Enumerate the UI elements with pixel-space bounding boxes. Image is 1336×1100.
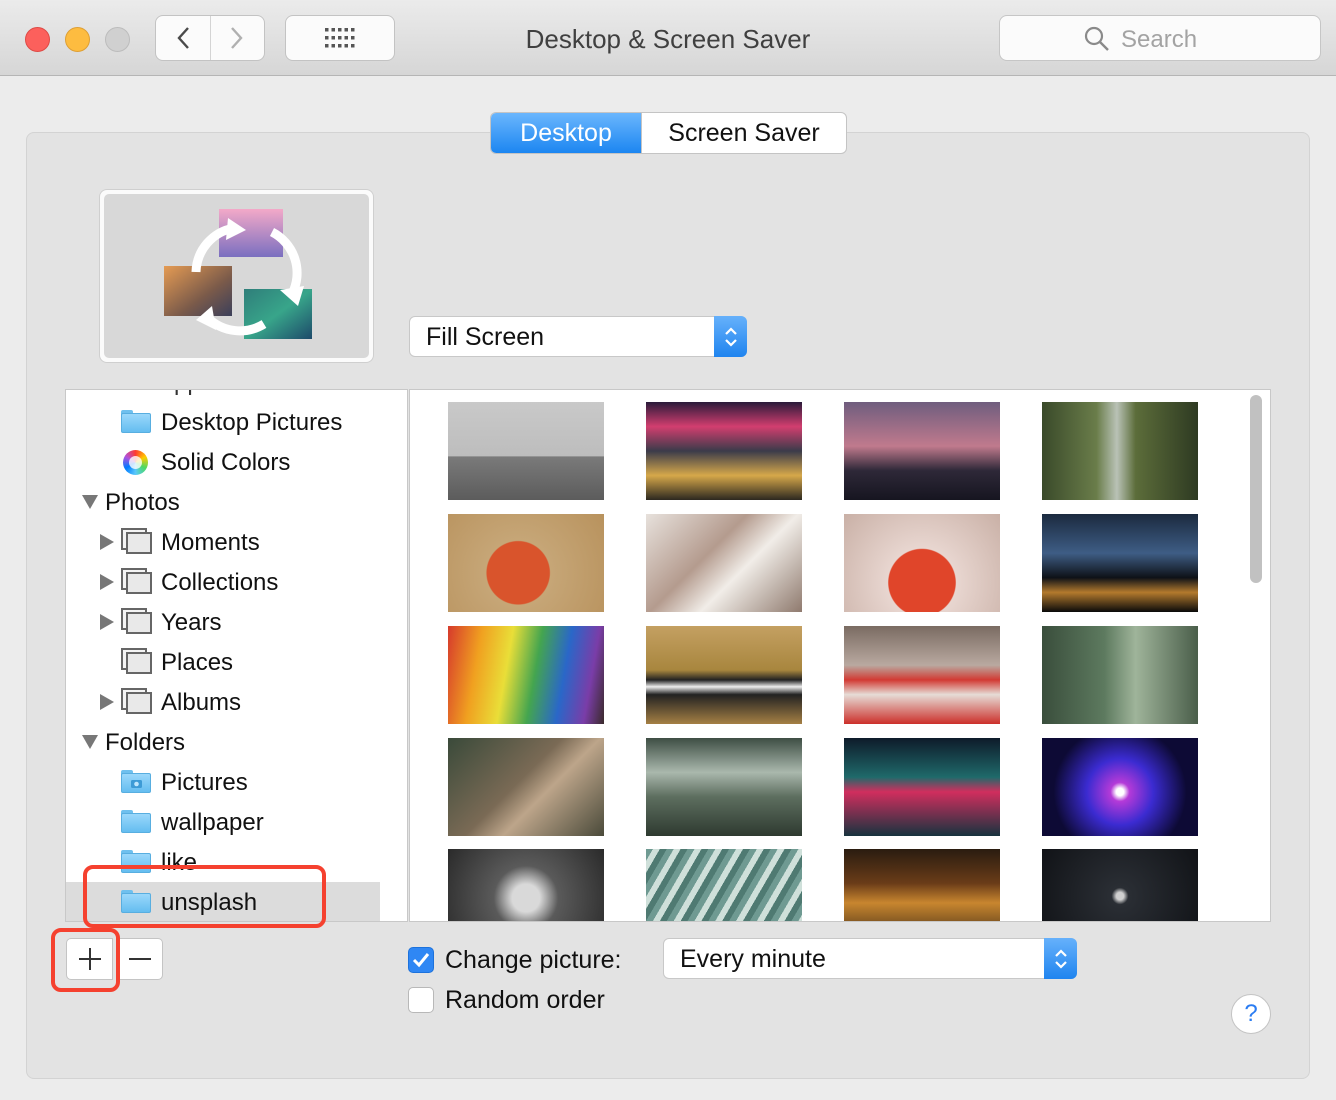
thumbnail-monkey-branch[interactable]: [448, 738, 604, 836]
thumbnail-night-shoreline[interactable]: [1042, 514, 1198, 612]
source-list: Apple Desktop Pictures Solid Colors Phot…: [65, 389, 408, 922]
sidebar-group-photos[interactable]: Photos: [66, 482, 380, 522]
tab-control: Desktop Screen Saver: [490, 112, 847, 154]
checkmark-icon: [412, 953, 430, 968]
sidebar-item-wallpaper[interactable]: wallpaper: [66, 802, 380, 842]
search-icon: [1084, 26, 1109, 51]
close-button[interactable]: [25, 27, 50, 52]
list-item-label: wallpaper: [161, 809, 264, 836]
interval-value: Every minute: [680, 945, 826, 973]
sidebar-item-desktop-pictures[interactable]: Desktop Pictures: [66, 402, 380, 442]
list-item-label: Years: [161, 609, 222, 636]
color-wheel-icon: [123, 450, 148, 475]
random-order-label: Random order: [445, 986, 605, 1014]
sidebar-item-albums[interactable]: Albums: [66, 682, 380, 722]
help-button[interactable]: ?: [1231, 994, 1271, 1034]
tab-screen-saver[interactable]: Screen Saver: [641, 113, 846, 153]
thumbnail-moon-dark-sky[interactable]: [1042, 849, 1198, 921]
album-icon: [121, 648, 152, 674]
thumbnail-basketball-hand[interactable]: [448, 514, 604, 612]
thumbnail-person-holding-scarf-by-sea[interactable]: [448, 402, 604, 500]
tab-desktop[interactable]: Desktop: [491, 113, 641, 153]
thumbnail-concert-stage-lights[interactable]: [1042, 738, 1198, 836]
sidebar-item-pictures[interactable]: Pictures: [66, 762, 380, 802]
question-mark-icon: ?: [1244, 1000, 1258, 1027]
sidebar-item-moments[interactable]: Moments: [66, 522, 380, 562]
rotating-pictures-icon: [164, 209, 312, 339]
list-item-label: Albums: [161, 689, 242, 716]
thumbnail-garden-path-people[interactable]: [1042, 626, 1198, 724]
sidebar-group-folders[interactable]: Folders: [66, 722, 380, 762]
album-icon: [121, 568, 152, 594]
desktop-preview: [99, 189, 374, 363]
highlight-unsplash-annotation: [83, 865, 326, 928]
disclosure-right-icon[interactable]: [100, 694, 114, 710]
album-icon: [121, 528, 152, 554]
folder-icon: [121, 410, 151, 433]
list-item-label: Moments: [161, 529, 260, 556]
search-field[interactable]: Search: [999, 15, 1321, 61]
list-item[interactable]: Apple: [66, 390, 380, 402]
picture-grid: [409, 389, 1271, 922]
zoom-button[interactable]: [105, 27, 130, 52]
change-interval-dropdown[interactable]: Every minute: [663, 938, 1077, 979]
back-button[interactable]: [156, 16, 210, 60]
list-item-label: Solid Colors: [161, 449, 291, 476]
forward-button[interactable]: [209, 16, 265, 60]
grid-icon: [325, 28, 355, 48]
thumbnail-bicycle-night-street[interactable]: [844, 849, 1000, 921]
up-down-chevron-icon: [1044, 938, 1077, 979]
disclosure-right-icon[interactable]: [100, 574, 114, 590]
thumbnail-green-feather-grass[interactable]: [646, 849, 802, 921]
thumbnail-red-dining-table[interactable]: [844, 626, 1000, 724]
minimize-button[interactable]: [65, 27, 90, 52]
disclosure-right-icon[interactable]: [100, 614, 114, 630]
thumbnail-zebras-savanna[interactable]: [646, 626, 802, 724]
fit-mode-value: Fill Screen: [426, 323, 545, 351]
thumbnail-neon-city-crosswalk[interactable]: [646, 402, 802, 500]
window-title: Desktop & Screen Saver: [525, 24, 811, 54]
chevron-left-icon: [177, 27, 189, 49]
group-label: Folders: [105, 729, 186, 756]
thumbnail-forest-waterfall[interactable]: [1042, 402, 1198, 500]
list-item-label: Places: [161, 649, 234, 676]
album-icon: [121, 688, 152, 714]
sidebar-item-years[interactable]: Years: [66, 602, 380, 642]
group-label: Photos: [105, 489, 180, 516]
random-order-checkbox[interactable]: [408, 987, 434, 1013]
up-down-chevron-icon: [714, 316, 747, 357]
navigation-buttons: [155, 15, 265, 61]
disclosure-down-icon[interactable]: [82, 495, 98, 509]
title-bar: Desktop & Screen Saver Search: [0, 0, 1336, 76]
highlight-add-button-annotation: [51, 928, 120, 992]
list-item-label: Collections: [161, 569, 279, 596]
album-icon: [121, 608, 152, 634]
grid-scrollbar[interactable]: [1250, 395, 1262, 583]
fit-mode-dropdown[interactable]: Fill Screen: [409, 316, 747, 357]
thumbnail-greenhouse-path[interactable]: [646, 738, 802, 836]
thumbnail-woman-red-kimono[interactable]: [844, 514, 1000, 612]
sidebar-item-solid-colors[interactable]: Solid Colors: [66, 442, 380, 482]
change-picture-checkbox[interactable]: [408, 947, 434, 973]
thumbnail-rainbow-dress[interactable]: [448, 626, 604, 724]
thumbnail-snowy-forest[interactable]: [646, 514, 802, 612]
list-item-label: Apple: [158, 390, 219, 397]
minus-icon: [128, 958, 151, 960]
remove-folder-button[interactable]: [116, 938, 163, 980]
sidebar-item-collections[interactable]: Collections: [66, 562, 380, 602]
list-item-label: Desktop Pictures: [161, 409, 343, 436]
thumbnail-neon-alley-umbrellas[interactable]: [844, 738, 1000, 836]
chevron-right-icon: [231, 27, 243, 49]
search-placeholder: Search: [1121, 26, 1198, 53]
list-item-label: Pictures: [161, 769, 248, 796]
sidebar-item-places[interactable]: Places: [66, 642, 380, 682]
thumbnail-girl-bw-portrait[interactable]: [448, 849, 604, 921]
thumbnail-silhouette-at-dusk[interactable]: [844, 402, 1000, 500]
change-picture-label: Change picture:: [445, 946, 622, 974]
disclosure-right-icon[interactable]: [100, 534, 114, 550]
folder-camera-icon: [121, 770, 151, 793]
folder-icon: [121, 810, 151, 833]
disclosure-down-icon[interactable]: [82, 735, 98, 749]
